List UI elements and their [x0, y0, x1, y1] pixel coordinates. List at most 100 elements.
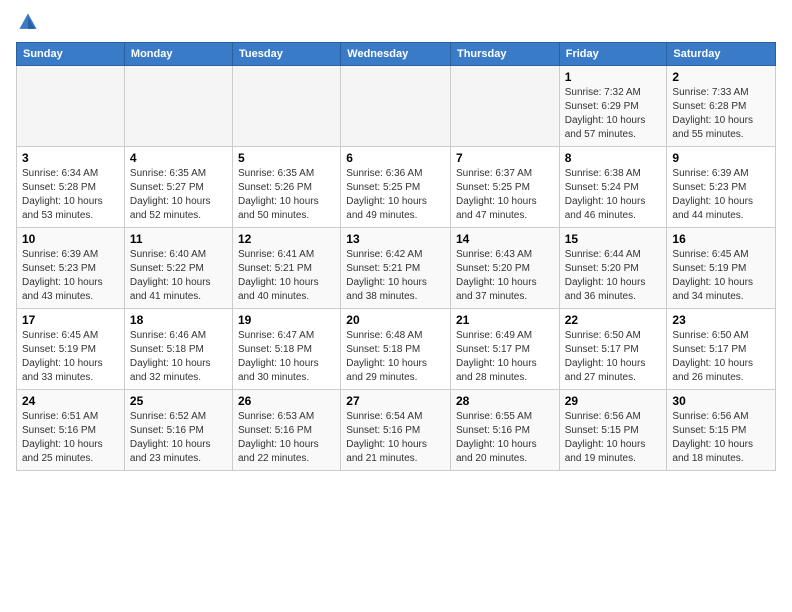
- day-info: Sunrise: 6:56 AMSunset: 5:15 PMDaylight:…: [565, 410, 662, 466]
- calendar-cell: 17 Sunrise: 6:45 AMSunset: 5:19 PMDayligh…: [17, 309, 125, 390]
- calendar-header: SundayMondayTuesdayWednesdayThursdayFrid…: [17, 43, 776, 66]
- day-info: Sunrise: 6:39 AMSunset: 5:23 PMDaylight:…: [22, 248, 119, 304]
- calendar-cell: [233, 66, 341, 147]
- calendar-cell: 6 Sunrise: 6:36 AMSunset: 5:25 PMDaylight…: [341, 147, 451, 228]
- calendar-cell: [450, 66, 559, 147]
- day-number: 14: [456, 232, 554, 246]
- calendar-cell: 16 Sunrise: 6:45 AMSunset: 5:19 PMDayligh…: [667, 228, 776, 309]
- day-info: Sunrise: 7:32 AMSunset: 6:29 PMDaylight:…: [565, 86, 662, 142]
- calendar-cell: 28 Sunrise: 6:55 AMSunset: 5:16 PMDayligh…: [450, 390, 559, 471]
- day-info: Sunrise: 6:47 AMSunset: 5:18 PMDaylight:…: [238, 329, 335, 385]
- day-info: Sunrise: 7:33 AMSunset: 6:28 PMDaylight:…: [672, 86, 770, 142]
- calendar: SundayMondayTuesdayWednesdayThursdayFrid…: [16, 42, 776, 471]
- day-number: 12: [238, 232, 335, 246]
- day-number: 3: [22, 151, 119, 165]
- day-number: 11: [130, 232, 227, 246]
- day-number: 25: [130, 394, 227, 408]
- day-info: Sunrise: 6:55 AMSunset: 5:16 PMDaylight:…: [456, 410, 554, 466]
- day-number: 8: [565, 151, 662, 165]
- day-info: Sunrise: 6:52 AMSunset: 5:16 PMDaylight:…: [130, 410, 227, 466]
- calendar-cell: 27 Sunrise: 6:54 AMSunset: 5:16 PMDayligh…: [341, 390, 451, 471]
- calendar-cell: 30 Sunrise: 6:56 AMSunset: 5:15 PMDayligh…: [667, 390, 776, 471]
- day-number: 24: [22, 394, 119, 408]
- calendar-cell: 3Sunrise: 6:34 AMSunset: 5:28 PMDaylight…: [17, 147, 125, 228]
- weekday-header-saturday: Saturday: [667, 43, 776, 66]
- day-info: Sunrise: 6:50 AMSunset: 5:17 PMDaylight:…: [565, 329, 662, 385]
- calendar-cell: 19 Sunrise: 6:47 AMSunset: 5:18 PMDayligh…: [233, 309, 341, 390]
- calendar-cell: [124, 66, 232, 147]
- calendar-cell: 13Sunrise: 6:42 AMSunset: 5:21 PMDayligh…: [341, 228, 451, 309]
- calendar-cell: 1 Sunrise: 7:32 AMSunset: 6:29 PMDaylight…: [559, 66, 667, 147]
- calendar-cell: 8 Sunrise: 6:38 AMSunset: 5:24 PMDaylight…: [559, 147, 667, 228]
- calendar-week-1: 3Sunrise: 6:34 AMSunset: 5:28 PMDaylight…: [17, 147, 776, 228]
- day-info: Sunrise: 6:50 AMSunset: 5:17 PMDaylight:…: [672, 329, 770, 385]
- day-number: 26: [238, 394, 335, 408]
- day-info: Sunrise: 6:51 AMSunset: 5:16 PMDaylight:…: [22, 410, 119, 466]
- calendar-cell: 5 Sunrise: 6:35 AMSunset: 5:26 PMDaylight…: [233, 147, 341, 228]
- day-info: Sunrise: 6:40 AMSunset: 5:22 PMDaylight:…: [130, 248, 227, 304]
- day-info: Sunrise: 6:35 AMSunset: 5:27 PMDaylight:…: [130, 167, 227, 223]
- day-number: 29: [565, 394, 662, 408]
- day-info: Sunrise: 6:45 AMSunset: 5:19 PMDaylight:…: [672, 248, 770, 304]
- calendar-cell: 7Sunrise: 6:37 AMSunset: 5:25 PMDaylight…: [450, 147, 559, 228]
- day-number: 23: [672, 313, 770, 327]
- calendar-week-4: 24 Sunrise: 6:51 AMSunset: 5:16 PMDayligh…: [17, 390, 776, 471]
- day-number: 2: [672, 70, 770, 84]
- day-number: 5: [238, 151, 335, 165]
- day-info: Sunrise: 6:53 AMSunset: 5:16 PMDaylight:…: [238, 410, 335, 466]
- day-number: 16: [672, 232, 770, 246]
- day-number: 21: [456, 313, 554, 327]
- calendar-cell: [341, 66, 451, 147]
- day-info: Sunrise: 6:43 AMSunset: 5:20 PMDaylight:…: [456, 248, 554, 304]
- day-info: Sunrise: 6:49 AMSunset: 5:17 PMDaylight:…: [456, 329, 554, 385]
- day-number: 28: [456, 394, 554, 408]
- logo-icon: [16, 10, 40, 34]
- calendar-week-0: 1 Sunrise: 7:32 AMSunset: 6:29 PMDaylight…: [17, 66, 776, 147]
- day-number: 22: [565, 313, 662, 327]
- calendar-cell: 26 Sunrise: 6:53 AMSunset: 5:16 PMDayligh…: [233, 390, 341, 471]
- day-number: 9: [672, 151, 770, 165]
- day-number: 30: [672, 394, 770, 408]
- day-info: Sunrise: 6:38 AMSunset: 5:24 PMDaylight:…: [565, 167, 662, 223]
- header: [16, 10, 776, 34]
- weekday-row: SundayMondayTuesdayWednesdayThursdayFrid…: [17, 43, 776, 66]
- calendar-cell: [17, 66, 125, 147]
- day-number: 18: [130, 313, 227, 327]
- calendar-cell: 20 Sunrise: 6:48 AMSunset: 5:18 PMDayligh…: [341, 309, 451, 390]
- day-info: Sunrise: 6:41 AMSunset: 5:21 PMDaylight:…: [238, 248, 335, 304]
- day-info: Sunrise: 6:35 AMSunset: 5:26 PMDaylight:…: [238, 167, 335, 223]
- day-info: Sunrise: 6:48 AMSunset: 5:18 PMDaylight:…: [346, 329, 445, 385]
- weekday-header-wednesday: Wednesday: [341, 43, 451, 66]
- day-number: 19: [238, 313, 335, 327]
- calendar-cell: 11 Sunrise: 6:40 AMSunset: 5:22 PMDayligh…: [124, 228, 232, 309]
- day-number: 4: [130, 151, 227, 165]
- calendar-cell: 21 Sunrise: 6:49 AMSunset: 5:17 PMDayligh…: [450, 309, 559, 390]
- weekday-header-friday: Friday: [559, 43, 667, 66]
- day-number: 17: [22, 313, 119, 327]
- day-info: Sunrise: 6:36 AMSunset: 5:25 PMDaylight:…: [346, 167, 445, 223]
- calendar-body: 1 Sunrise: 7:32 AMSunset: 6:29 PMDaylight…: [17, 66, 776, 471]
- calendar-week-2: 10 Sunrise: 6:39 AMSunset: 5:23 PMDayligh…: [17, 228, 776, 309]
- calendar-cell: 2 Sunrise: 7:33 AMSunset: 6:28 PMDaylight…: [667, 66, 776, 147]
- weekday-header-thursday: Thursday: [450, 43, 559, 66]
- day-number: 20: [346, 313, 445, 327]
- day-number: 15: [565, 232, 662, 246]
- day-number: 27: [346, 394, 445, 408]
- day-info: Sunrise: 6:56 AMSunset: 5:15 PMDaylight:…: [672, 410, 770, 466]
- day-info: Sunrise: 6:44 AMSunset: 5:20 PMDaylight:…: [565, 248, 662, 304]
- day-info: Sunrise: 6:37 AMSunset: 5:25 PMDaylight:…: [456, 167, 554, 223]
- day-info: Sunrise: 6:39 AMSunset: 5:23 PMDaylight:…: [672, 167, 770, 223]
- day-number: 1: [565, 70, 662, 84]
- day-number: 10: [22, 232, 119, 246]
- day-info: Sunrise: 6:42 AMSunset: 5:21 PMDaylight:…: [346, 248, 445, 304]
- day-number: 6: [346, 151, 445, 165]
- day-info: Sunrise: 6:54 AMSunset: 5:16 PMDaylight:…: [346, 410, 445, 466]
- calendar-cell: 9 Sunrise: 6:39 AMSunset: 5:23 PMDaylight…: [667, 147, 776, 228]
- weekday-header-monday: Monday: [124, 43, 232, 66]
- calendar-cell: 4 Sunrise: 6:35 AMSunset: 5:27 PMDaylight…: [124, 147, 232, 228]
- calendar-cell: 29 Sunrise: 6:56 AMSunset: 5:15 PMDayligh…: [559, 390, 667, 471]
- day-info: Sunrise: 6:46 AMSunset: 5:18 PMDaylight:…: [130, 329, 227, 385]
- page: SundayMondayTuesdayWednesdayThursdayFrid…: [0, 0, 792, 481]
- weekday-header-sunday: Sunday: [17, 43, 125, 66]
- day-info: Sunrise: 6:45 AMSunset: 5:19 PMDaylight:…: [22, 329, 119, 385]
